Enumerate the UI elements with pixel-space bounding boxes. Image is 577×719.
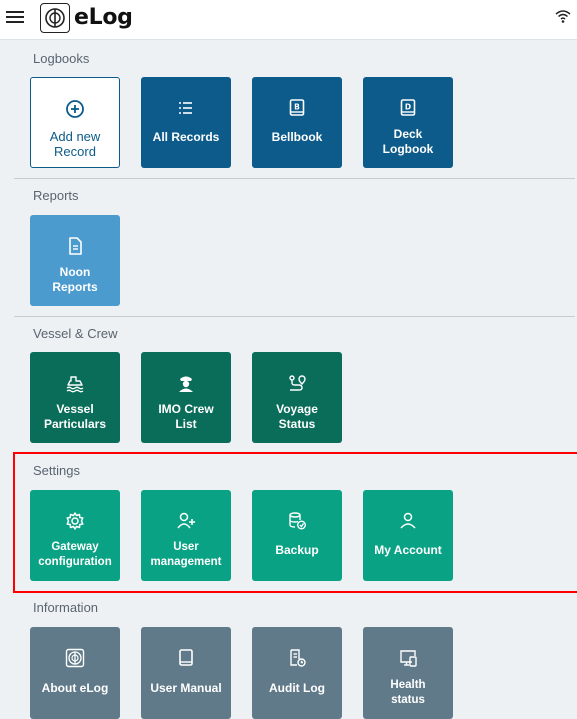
section-title-settings: Settings <box>33 463 80 478</box>
section-title-information: Information <box>33 600 99 615</box>
book-icon <box>176 648 196 668</box>
backup-tile[interactable]: Backup <box>252 490 342 581</box>
imo-crew-list-tile[interactable]: IMO Crew List <box>141 352 231 443</box>
user-manual-tile[interactable]: User Manual <box>141 627 231 719</box>
tile-label: My Account <box>374 543 442 557</box>
route-icon <box>287 373 307 393</box>
tile-label: Voyage Status <box>276 402 318 431</box>
tile-label: Add new Record <box>49 129 101 159</box>
noon-reports-tile[interactable]: Noon Reports <box>30 215 120 306</box>
database-backup-icon <box>287 511 307 531</box>
section-divider <box>14 316 575 317</box>
tile-label: Audit Log <box>269 681 325 695</box>
add-new-record-tile[interactable]: Add new Record <box>30 77 120 168</box>
tile-label: Health status <box>390 679 426 706</box>
svg-text:D: D <box>405 103 411 112</box>
elog-logo-icon <box>40 3 70 33</box>
deck-logbook-tile[interactable]: D Deck Logbook <box>363 77 453 168</box>
section-divider <box>14 178 575 179</box>
user-add-icon <box>176 511 196 531</box>
devices-icon <box>398 648 418 668</box>
ship-icon <box>65 373 85 393</box>
vessel-particulars-tile[interactable]: Vessel Particulars <box>30 352 120 443</box>
tile-label: User management <box>150 541 222 568</box>
app-title: eLog <box>74 5 133 30</box>
hamburger-menu-icon[interactable] <box>6 8 24 26</box>
tile-label: Backup <box>275 543 319 557</box>
tile-label: Noon Reports <box>52 265 98 294</box>
book-d-icon: D <box>398 98 418 118</box>
tile-label: User Manual <box>150 681 222 695</box>
wifi-icon <box>555 8 571 24</box>
tile-label: Vessel Particulars <box>43 402 107 431</box>
section-title-logbooks: Logbooks <box>33 51 90 66</box>
document-icon <box>65 236 85 256</box>
tile-label: Gateway configuration <box>38 541 112 568</box>
captain-icon <box>176 373 196 393</box>
audit-log-icon <box>287 648 307 668</box>
svg-text:B: B <box>294 103 300 112</box>
tile-label: About eLog <box>41 681 109 695</box>
bellbook-tile[interactable]: B Bellbook <box>252 77 342 168</box>
gateway-configuration-tile[interactable]: Gateway configuration <box>30 490 120 581</box>
user-icon <box>398 511 418 531</box>
elog-logo-icon <box>65 648 85 668</box>
top-bar: eLog <box>0 0 577 40</box>
all-records-tile[interactable]: All Records <box>141 77 231 168</box>
my-account-tile[interactable]: My Account <box>363 490 453 581</box>
book-b-icon: B <box>287 98 307 118</box>
tile-label: Deck Logbook <box>382 127 434 156</box>
gear-icon <box>65 511 85 531</box>
user-management-tile[interactable]: User management <box>141 490 231 581</box>
tile-label: All Records <box>152 130 220 144</box>
tile-label: Bellbook <box>271 130 323 144</box>
voyage-status-tile[interactable]: Voyage Status <box>252 352 342 443</box>
list-icon <box>176 98 196 118</box>
health-status-tile[interactable]: Health status <box>363 627 453 719</box>
about-elog-tile[interactable]: About eLog <box>30 627 120 719</box>
audit-log-tile[interactable]: Audit Log <box>252 627 342 719</box>
section-title-reports: Reports <box>33 188 79 203</box>
section-title-vessel-crew: Vessel & Crew <box>33 326 118 341</box>
plus-circle-icon <box>65 99 85 119</box>
tile-label: IMO Crew List <box>158 402 214 431</box>
